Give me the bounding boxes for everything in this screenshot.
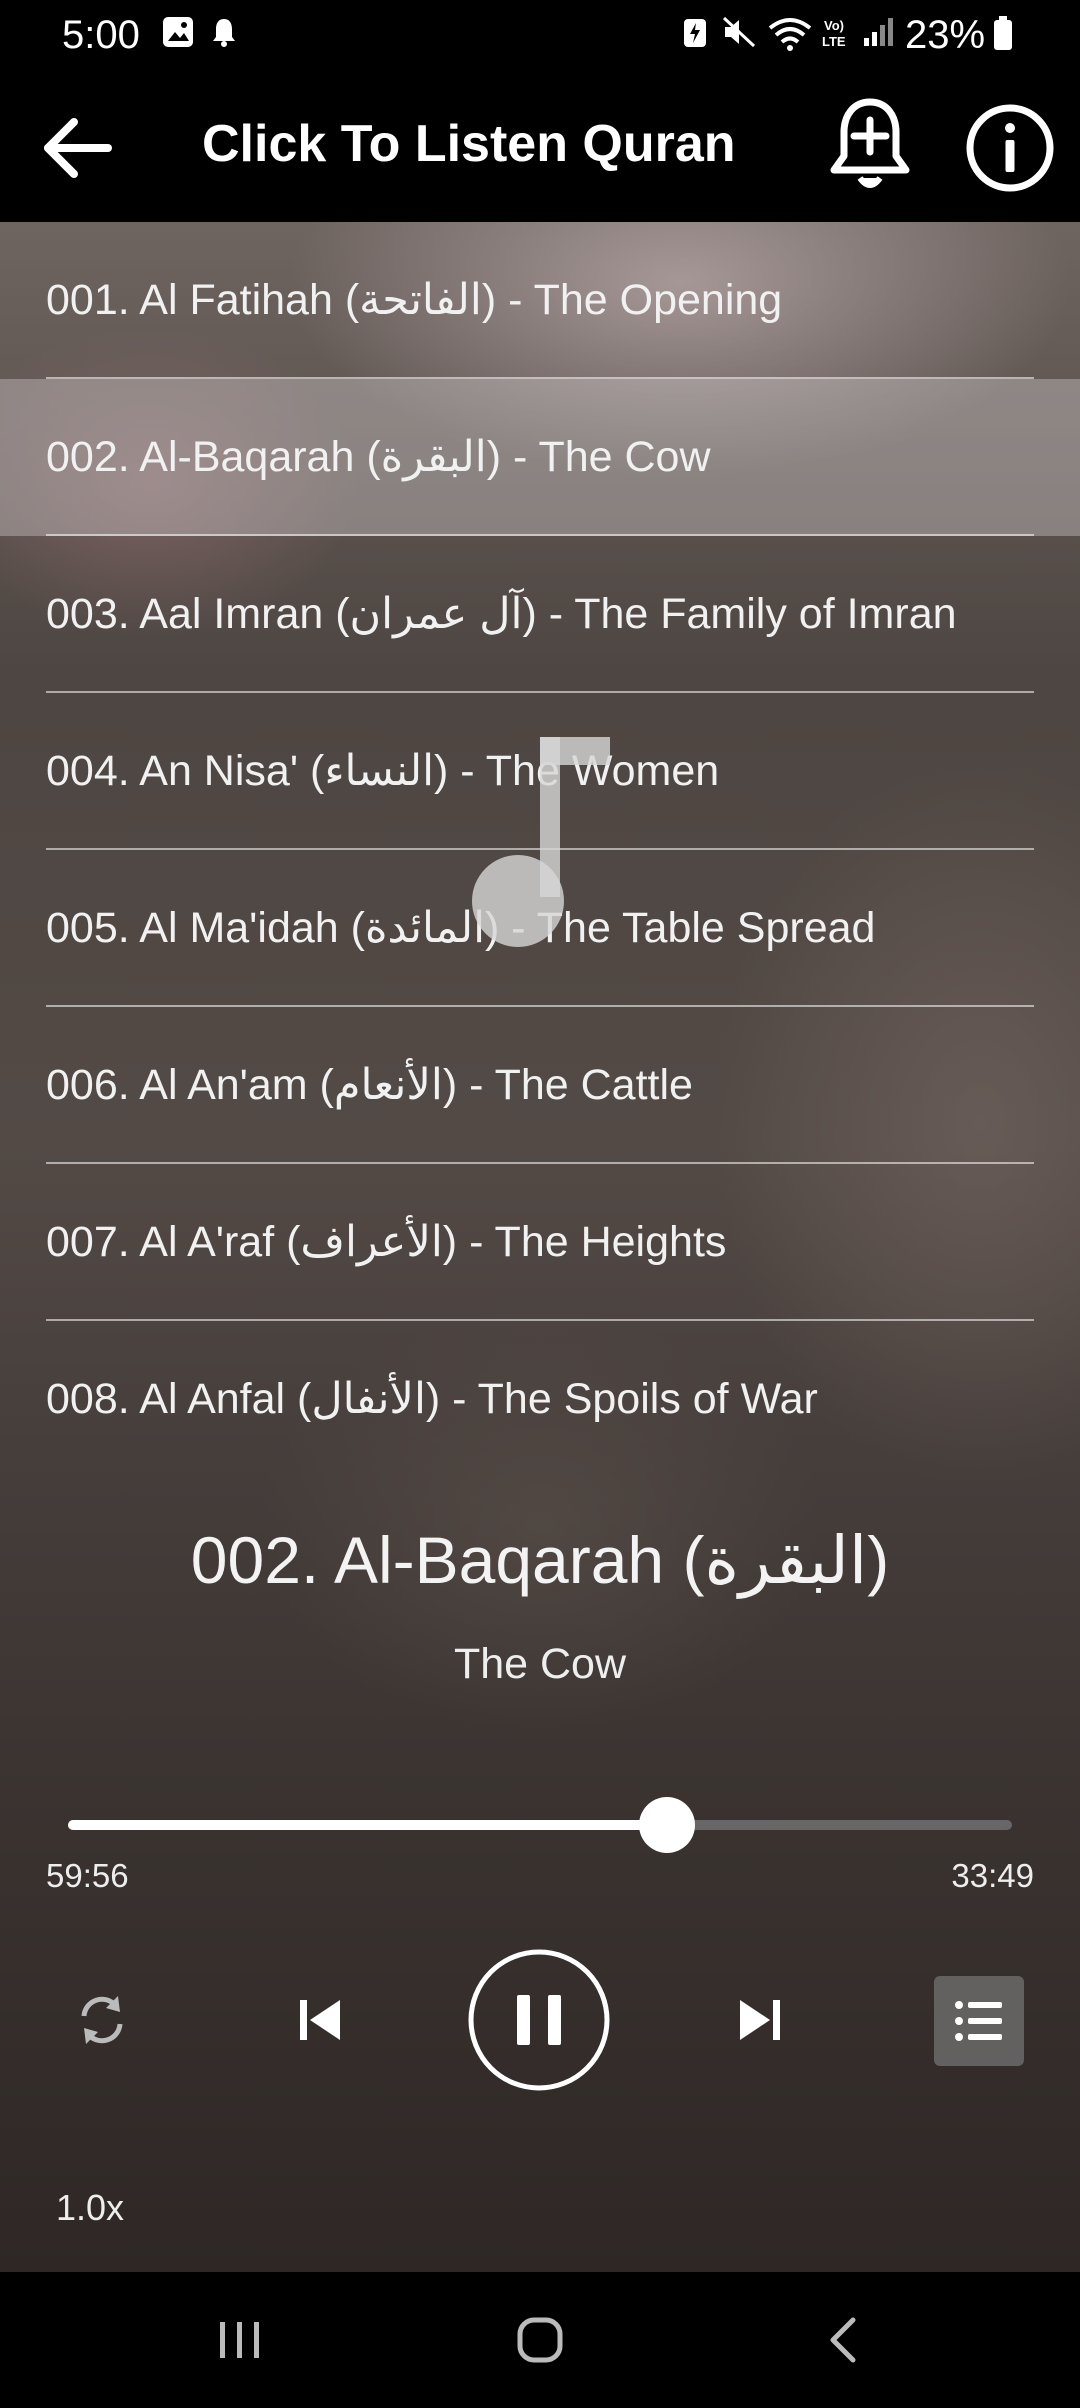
battery-saver-icon — [684, 19, 706, 47]
list-item[interactable]: 001. Al Fatihah (الفاتحة) - The Opening — [0, 222, 1080, 379]
pause-button[interactable] — [466, 1947, 612, 2093]
list-item[interactable]: 006. Al An'am (الأنعام) - The Cattle — [0, 1007, 1080, 1164]
notification-bell-icon — [213, 19, 235, 47]
seek-bar[interactable] — [68, 1797, 1012, 1853]
pause-icon — [517, 1995, 530, 2045]
wifi-icon — [768, 18, 812, 51]
now-playing-title: 002. Al-Baqarah (البقرة) — [190, 1523, 890, 1597]
status-time: 5:00 — [62, 13, 140, 57]
app-bar: Click To Listen Quran — [0, 70, 1080, 222]
surah-label: 003. Aal Imran (آل عمران) - The Family o… — [46, 590, 957, 638]
list-item[interactable]: 003. Aal Imran (آل عمران) - The Family o… — [0, 536, 1080, 693]
surah-label: 002. Al-Baqarah (البقرة) - The Cow — [46, 433, 711, 481]
now-playing-subtitle: The Cow — [453, 1640, 627, 1688]
surah-label: 005. Al Ma'idah (المائدة) - The Table Sp… — [46, 904, 876, 952]
home-icon[interactable] — [510, 2310, 570, 2370]
signal-icon — [864, 18, 893, 46]
repeat-icon[interactable] — [72, 1990, 132, 2050]
app-title: Click To Listen Quran — [202, 115, 736, 173]
total-time: 33:49 — [951, 1857, 1034, 1894]
volte-icon: Vo) LTE — [822, 18, 846, 49]
surah-label: 006. Al An'am (الأنعام) - The Cattle — [46, 1061, 693, 1109]
arrow-left-icon[interactable] — [36, 106, 120, 190]
surah-label: 004. An Nisa' (النساء) - The Women — [46, 747, 720, 795]
system-nav-bar — [0, 2272, 1080, 2408]
nav-back-icon[interactable] — [815, 2310, 875, 2370]
playlist-button[interactable] — [934, 1976, 1024, 2066]
skip-previous-icon[interactable] — [290, 1990, 350, 2050]
surah-label: 007. Al A'raf (الأعراف) - The Heights — [46, 1218, 727, 1266]
mute-icon — [722, 16, 756, 48]
info-icon[interactable] — [962, 100, 1058, 196]
list-item[interactable]: 008. Al Anfal (الأنفال) - The Spoils of … — [0, 1321, 1080, 1478]
elapsed-time: 59:56 — [46, 1857, 129, 1894]
list-item[interactable]: 007. Al A'raf (الأعراف) - The Heights — [0, 1164, 1080, 1321]
battery-icon — [994, 16, 1012, 50]
battery-percent: 23% — [905, 13, 986, 57]
recents-icon[interactable] — [210, 2310, 270, 2370]
playback-speed[interactable]: 1.0x — [56, 2186, 124, 2230]
surah-label: 008. Al Anfal (الأنفال) - The Spoils of … — [46, 1375, 818, 1423]
playlist-icon — [955, 2001, 1002, 2041]
music-note-icon — [472, 737, 610, 947]
gallery-icon — [163, 17, 193, 47]
surah-label: 001. Al Fatihah (الفاتحة) - The Opening — [46, 276, 783, 324]
seek-progress — [68, 1820, 668, 1830]
skip-next-icon[interactable] — [730, 1990, 790, 2050]
svg-text:Vo): Vo) — [824, 18, 844, 33]
svg-text:LTE: LTE — [822, 34, 846, 49]
bell-plus-icon[interactable] — [820, 96, 920, 196]
list-item-selected[interactable]: 002. Al-Baqarah (البقرة) - The Cow — [0, 379, 1080, 536]
status-bar: 5:00 Vo) LTE 23% — [0, 0, 1080, 70]
